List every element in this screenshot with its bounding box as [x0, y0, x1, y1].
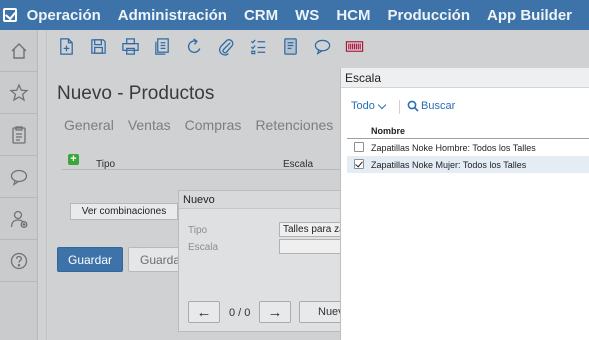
tipo-label: Tipo: [188, 225, 208, 236]
list-item[interactable]: Zapatillas Noke Hombre: Todos los Talles: [347, 139, 589, 156]
chat-bubble-icon[interactable]: [0, 156, 37, 198]
list-item-label: Zapatillas Noke Hombre: Todos los Talles: [371, 142, 536, 153]
escala-label: Escala: [188, 242, 219, 253]
top-navbar: Operación Administración CRM WS HCM Prod…: [0, 0, 589, 30]
user-add-icon[interactable]: [0, 198, 37, 240]
chevron-down-icon: [377, 100, 387, 109]
star-icon[interactable]: [0, 72, 37, 114]
notebook-icon[interactable]: [280, 36, 301, 57]
left-rail: [0, 30, 38, 340]
app-logo-icon[interactable]: [0, 0, 21, 30]
list-item-label: Zapatillas Noke Mujer: Todos los Talles: [371, 159, 527, 170]
tab-retenciones[interactable]: Retenciones: [255, 117, 333, 133]
main-menu: Operación Administración CRM WS HCM Prod…: [21, 7, 589, 24]
list-item[interactable]: Zapatillas Noke Mujer: Todos los Talles: [347, 156, 589, 173]
toolbar-divider: [399, 100, 400, 114]
grid-header: + Tipo Escala: [62, 154, 352, 170]
search-button[interactable]: Buscar: [407, 100, 455, 112]
comment-icon[interactable]: [312, 36, 333, 57]
search-icon: [407, 100, 419, 112]
menu-crm[interactable]: CRM: [244, 7, 278, 24]
menu-administracion[interactable]: Administración: [118, 7, 227, 24]
toolbar: [48, 30, 589, 62]
attach-icon[interactable]: [216, 36, 237, 57]
pager-text: 0 / 0: [229, 307, 251, 319]
column-nombre[interactable]: Nombre: [347, 126, 589, 139]
escala-panel-title: Escala: [341, 68, 589, 88]
menu-hcm[interactable]: HCM: [336, 7, 370, 24]
tab-compras[interactable]: Compras: [185, 117, 242, 133]
filter-label: Todo: [351, 100, 375, 112]
help-icon[interactable]: [0, 240, 37, 282]
filter-dropdown[interactable]: Todo: [351, 100, 387, 112]
row-checkbox[interactable]: [354, 159, 364, 169]
menu-app-builder[interactable]: App Builder: [487, 7, 572, 24]
print-icon[interactable]: [120, 36, 141, 57]
new-document-icon[interactable]: [56, 36, 77, 57]
search-label: Buscar: [421, 100, 456, 112]
barcode-icon[interactable]: [344, 36, 365, 57]
save-button[interactable]: Guardar: [57, 247, 123, 272]
row-checkbox[interactable]: [354, 142, 364, 152]
menu-operacion[interactable]: Operación: [27, 7, 101, 24]
page-title: Nuevo - Productos: [57, 83, 215, 104]
copy-icon[interactable]: [152, 36, 173, 57]
home-icon[interactable]: [0, 30, 37, 72]
form-tabs: General Ventas Compras Retenciones: [64, 117, 347, 133]
ver-combinaciones-button[interactable]: Ver combinaciones: [70, 203, 178, 220]
column-tipo[interactable]: Tipo: [96, 159, 115, 170]
sidebar-gutter: [39, 30, 47, 340]
column-escala[interactable]: Escala: [283, 159, 313, 170]
menu-produccion[interactable]: Producción: [387, 7, 470, 24]
escala-panel: Escala Todo Buscar Nombre Zapatillas Nok…: [340, 68, 589, 340]
menu-ws[interactable]: WS: [295, 7, 319, 24]
save-icon[interactable]: [88, 36, 109, 57]
next-button[interactable]: →: [259, 301, 291, 323]
refresh-icon[interactable]: [184, 36, 205, 57]
tab-ventas[interactable]: Ventas: [128, 117, 171, 133]
clipboard-icon[interactable]: [0, 114, 37, 156]
previous-button[interactable]: ←: [188, 301, 220, 323]
tab-general[interactable]: General: [64, 117, 114, 133]
add-row-icon[interactable]: +: [68, 154, 79, 165]
checklist-icon[interactable]: [248, 36, 269, 57]
